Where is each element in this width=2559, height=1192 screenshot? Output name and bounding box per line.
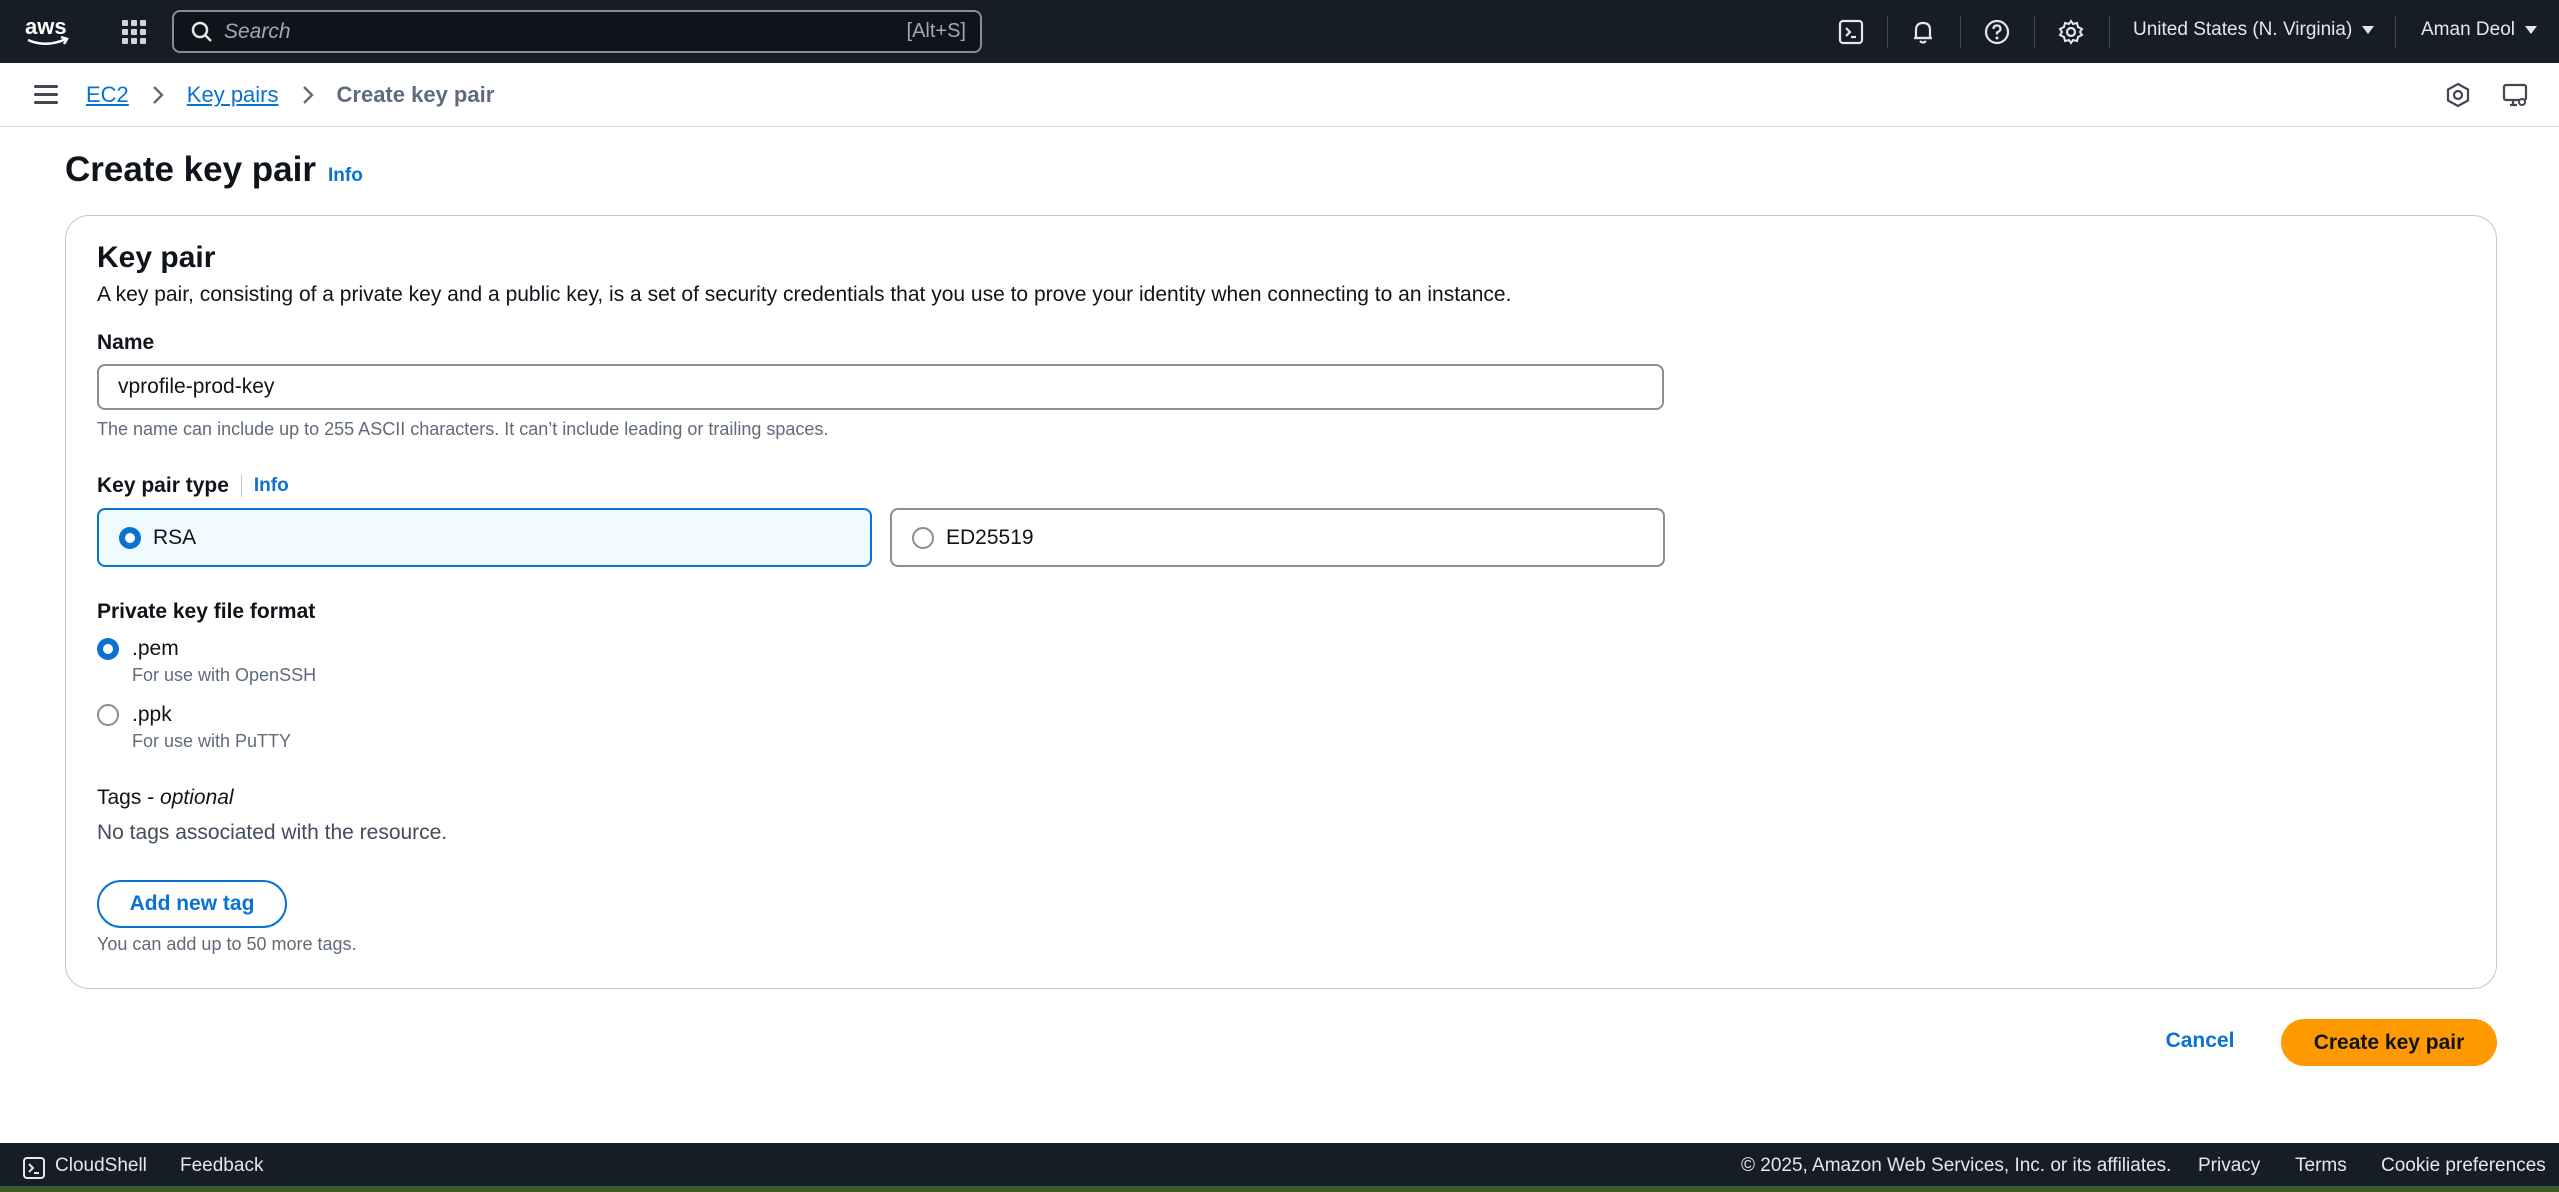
aws-logo-text: aws xyxy=(25,14,67,39)
breadcrumb-key-pairs[interactable]: Key pairs xyxy=(187,82,279,108)
tags-label: Tags - optional xyxy=(97,786,234,810)
tags-label-text: Tags - xyxy=(97,786,161,809)
format-pem-label: .pem xyxy=(132,637,179,660)
breadcrumb-bar: EC2 Key pairs Create key pair xyxy=(0,63,2559,127)
format-pem-desc: For use with OpenSSH xyxy=(132,665,317,685)
radio-rsa[interactable] xyxy=(119,526,141,549)
search-input[interactable] xyxy=(224,19,907,44)
tile-ed25519-label: ED25519 xyxy=(946,525,1034,549)
panel-description: A key pair, consisting of a private key … xyxy=(97,283,1512,306)
footer: CloudShell Feedback © 2025, Amazon Web S… xyxy=(0,1143,2559,1192)
key-pair-type-label: Key pair type Info xyxy=(97,474,289,498)
type-info-link[interactable]: Info xyxy=(254,475,289,497)
top-navigation: aws [Alt+S] United States (N. xyxy=(0,0,2559,63)
name-hint: The name can include up to 255 ASCII cha… xyxy=(97,419,829,439)
format-option-pem[interactable]: .pem For use with OpenSSH xyxy=(97,637,316,686)
cloudshell-icon[interactable] xyxy=(22,1156,46,1180)
footer-feedback[interactable]: Feedback xyxy=(180,1155,263,1177)
footer-cloudshell[interactable]: CloudShell xyxy=(55,1155,147,1177)
chevron-right-icon xyxy=(302,86,314,104)
breadcrumb: EC2 Key pairs Create key pair xyxy=(86,82,494,108)
search-icon xyxy=(191,21,212,42)
region-selector[interactable]: United States (N. Virginia) xyxy=(2133,19,2375,41)
services-grid-icon[interactable] xyxy=(120,18,148,46)
caret-down-icon xyxy=(2525,26,2537,34)
caret-down-icon xyxy=(2362,26,2375,34)
format-ppk-desc: For use with PuTTY xyxy=(132,731,292,751)
tile-rsa[interactable]: RSA xyxy=(97,508,872,567)
name-label: Name xyxy=(97,331,155,354)
cloudshell-icon[interactable] xyxy=(1836,17,1866,47)
notifications-bell-icon[interactable] xyxy=(1908,17,1938,47)
panel-title: Key pair xyxy=(97,241,216,274)
info-link[interactable]: Info xyxy=(328,165,363,187)
breadcrumb-current: Create key pair xyxy=(336,82,495,107)
radio-pem[interactable] xyxy=(97,638,119,660)
key-pair-panel: Key pair A key pair, consisting of a pri… xyxy=(65,215,2497,989)
tile-ed25519[interactable]: ED25519 xyxy=(890,508,1665,567)
display-settings-icon[interactable] xyxy=(2501,81,2529,109)
aws-logo[interactable]: aws xyxy=(24,12,74,50)
region-label: United States (N. Virginia) xyxy=(2133,19,2353,40)
menu-hamburger-icon[interactable] xyxy=(34,85,58,105)
radio-ppk[interactable] xyxy=(97,704,119,726)
format-option-ppk[interactable]: .ppk For use with PuTTY xyxy=(97,703,291,752)
chevron-right-icon xyxy=(152,86,164,104)
page-title: Create key pair Info xyxy=(65,150,363,190)
file-format-label: Private key file format xyxy=(97,600,316,623)
footer-cookie-preferences[interactable]: Cookie preferences xyxy=(2381,1155,2546,1177)
create-key-pair-button[interactable]: Create key pair xyxy=(2281,1019,2497,1066)
footer-terms[interactable]: Terms xyxy=(2295,1155,2347,1177)
security-hexagon-icon[interactable] xyxy=(2444,81,2472,109)
format-ppk-label: .ppk xyxy=(132,703,172,726)
account-menu[interactable]: Aman Deol xyxy=(2421,19,2537,41)
breadcrumb-ec2[interactable]: EC2 xyxy=(86,82,129,108)
key-name-input[interactable] xyxy=(97,364,1664,410)
account-name: Aman Deol xyxy=(2421,19,2515,40)
settings-gear-icon[interactable] xyxy=(2056,17,2086,47)
search-bar[interactable]: [Alt+S] xyxy=(172,10,982,53)
page-title-text: Create key pair xyxy=(65,150,316,189)
radio-ed25519[interactable] xyxy=(912,526,934,549)
add-new-tag-button[interactable]: Add new tag xyxy=(97,880,287,928)
footer-copyright: © 2025, Amazon Web Services, Inc. or its… xyxy=(1741,1155,2172,1176)
cancel-button[interactable]: Cancel xyxy=(2148,1017,2252,1065)
tags-optional-text: optional xyxy=(160,786,234,809)
tags-empty-message: No tags associated with the resource. xyxy=(97,821,448,844)
key-pair-type-text: Key pair type xyxy=(97,474,229,497)
search-shortcut: [Alt+S] xyxy=(906,20,966,42)
tags-hint: You can add up to 50 more tags. xyxy=(97,934,357,954)
footer-privacy[interactable]: Privacy xyxy=(2198,1155,2260,1177)
tile-rsa-label: RSA xyxy=(153,525,197,549)
help-icon[interactable] xyxy=(1982,17,2012,47)
